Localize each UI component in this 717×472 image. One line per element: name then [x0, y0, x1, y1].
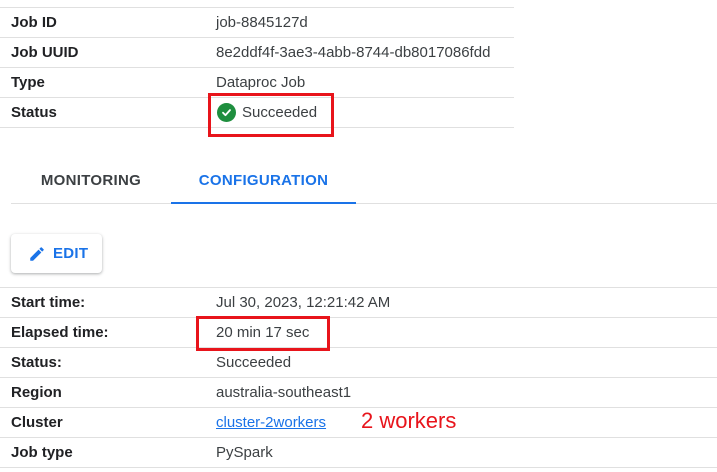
config-row-job-type: Job type PySpark	[0, 438, 717, 468]
active-tab-indicator	[171, 202, 356, 204]
job-id-value: job-8845127d	[216, 14, 308, 31]
detail-row-job-id: Job ID job-8845127d	[0, 8, 514, 38]
job-type-value: Dataproc Job	[216, 74, 306, 91]
config-label: Status:	[11, 354, 62, 371]
config-label: Cluster	[11, 414, 63, 431]
config-status-value: Succeeded	[216, 354, 292, 371]
job-uuid-value: 8e2ddf4f-3ae3-4abb-8744-db8017086fdd	[216, 44, 491, 61]
detail-label: Job UUID	[11, 44, 79, 61]
edit-button-label: EDIT	[53, 245, 89, 262]
detail-label: Job ID	[11, 14, 57, 31]
config-row-region: Region australia-southeast1	[0, 378, 717, 408]
start-time-value: Jul 30, 2023, 12:21:42 AM	[216, 294, 391, 311]
tab-monitoring[interactable]: MONITORING	[11, 158, 171, 203]
config-row-cluster: Cluster cluster-2workers	[0, 408, 717, 438]
region-value: australia-southeast1	[216, 384, 352, 401]
cluster-link[interactable]: cluster-2workers	[216, 414, 326, 431]
config-label: Start time:	[11, 294, 86, 311]
pencil-icon	[28, 245, 46, 263]
job-type-config-value: PySpark	[216, 444, 273, 461]
detail-label: Type	[11, 74, 45, 91]
config-label: Elapsed time:	[11, 324, 109, 341]
detail-label: Status	[11, 104, 57, 121]
elapsed-time-highlight-box	[196, 316, 330, 351]
workers-annotation: 2 workers	[361, 408, 457, 433]
configuration-table: Start time: Jul 30, 2023, 12:21:42 AM El…	[0, 287, 717, 468]
config-label: Job type	[11, 444, 73, 461]
config-row-elapsed-time: Elapsed time: 20 min 17 sec	[0, 318, 717, 348]
config-label: Region	[11, 384, 62, 401]
config-row-status: Status: Succeeded	[0, 348, 717, 378]
tab-configuration[interactable]: CONFIGURATION	[171, 158, 356, 203]
edit-button[interactable]: EDIT	[11, 234, 102, 273]
status-highlight-box	[208, 93, 334, 137]
config-row-start-time: Start time: Jul 30, 2023, 12:21:42 AM	[0, 288, 717, 318]
tab-bar: MONITORING CONFIGURATION	[11, 158, 717, 204]
detail-row-job-uuid: Job UUID 8e2ddf4f-3ae3-4abb-8744-db80170…	[0, 38, 514, 68]
